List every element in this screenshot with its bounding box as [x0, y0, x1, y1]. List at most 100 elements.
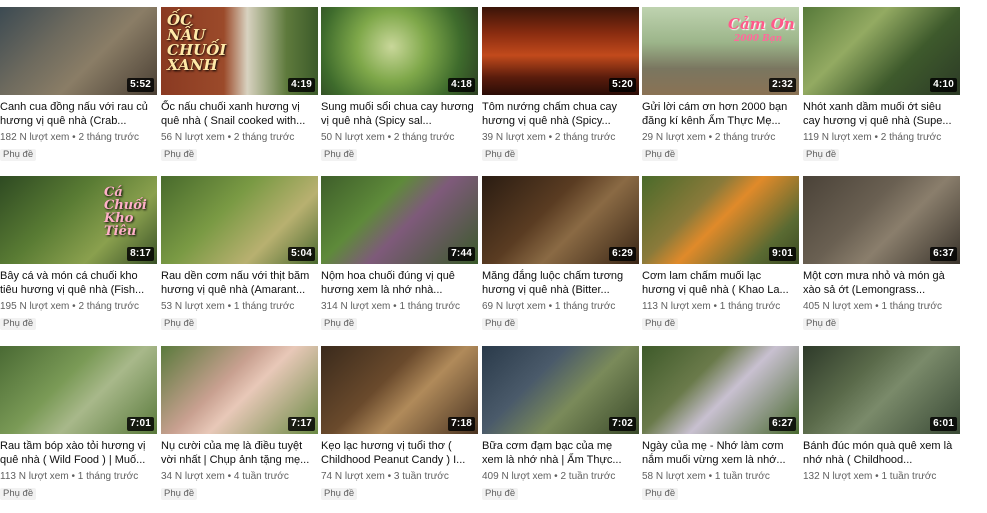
video-card[interactable]: 5:04 Rau dền cơm nấu với thịt băm hương … — [161, 176, 318, 338]
video-card[interactable]: 4:10 Nhót xanh dầm muối ớt siêu cay hươn… — [803, 7, 960, 169]
video-meta: 405 N lượt xem • 1 tháng trước — [803, 300, 960, 313]
meta-separator: • — [393, 301, 397, 312]
view-count: 405 N lượt xem — [803, 301, 873, 312]
thumbnail-overlay-text: Cá Chuối Kho Tiêu — [104, 185, 147, 239]
duration-badge: 6:29 — [609, 247, 636, 261]
video-title[interactable]: Ốc nấu chuối xanh hương vị quê nhà ( Sna… — [161, 100, 318, 128]
video-thumbnail[interactable]: Cá Chuối Kho Tiêu 8:17 — [0, 176, 157, 264]
video-meta: 56 N lượt xem • 2 tháng trước — [161, 131, 318, 144]
upload-age: 2 tháng trước — [78, 301, 139, 312]
video-thumbnail[interactable]: 7:18 — [321, 346, 478, 434]
video-card[interactable]: Cá Chuối Kho Tiêu 8:17 Bây cá và món cá … — [0, 176, 157, 338]
duration-badge: 5:52 — [127, 78, 154, 92]
subtitle-badge: Phụ đề — [161, 488, 198, 500]
meta-separator: • — [554, 471, 558, 482]
view-count: 113 N lượt xem — [0, 471, 69, 482]
video-meta: 119 N lượt xem • 2 tháng trước — [803, 131, 960, 144]
video-card[interactable]: 6:27 Ngày của mẹ - Nhớ làm cơm nắm muối … — [642, 346, 799, 508]
video-card[interactable]: 7:17 Nụ cười của mẹ là điều tuyệt vời nh… — [161, 346, 318, 508]
video-thumbnail[interactable]: 7:01 — [0, 346, 157, 434]
video-title[interactable]: Bữa cơm đạm bạc của mẹ xem là nhớ nhà | … — [482, 439, 639, 467]
video-card[interactable]: 6:29 Măng đắng luộc chấm tương hương vị … — [482, 176, 639, 338]
video-meta: 29 N lượt xem • 2 tháng trước — [642, 131, 799, 144]
duration-badge: 7:02 — [609, 417, 636, 431]
subtitle-badge: Phụ đề — [482, 149, 519, 161]
video-thumbnail[interactable]: 9:01 — [642, 176, 799, 264]
video-card[interactable]: 7:01 Rau tầm bóp xào tỏi hương vị quê nh… — [0, 346, 157, 508]
video-card[interactable]: 5:52 Canh cua đồng nấu với rau củ hương … — [0, 7, 157, 169]
video-meta: 409 N lượt xem • 2 tuần trước — [482, 470, 639, 483]
subtitle-badge: Phụ đề — [321, 488, 358, 500]
video-meta: 69 N lượt xem • 1 tháng trước — [482, 300, 639, 313]
view-count: 182 N lượt xem — [0, 132, 70, 143]
video-thumbnail[interactable]: 6:29 — [482, 176, 639, 264]
video-thumbnail[interactable]: 7:02 — [482, 346, 639, 434]
video-meta: 113 N lượt xem • 1 tháng trước — [0, 470, 157, 483]
upload-age: 1 tháng trước — [719, 301, 781, 312]
duration-badge: 6:37 — [930, 247, 957, 261]
duration-badge: 2:32 — [769, 78, 796, 92]
video-title[interactable]: Kẹo lạc hương vị tuổi thơ ( Childhood Pe… — [321, 439, 478, 467]
video-thumbnail[interactable]: Cảm Ơn 2000 Bạn 2:32 — [642, 7, 799, 95]
video-title[interactable]: Nụ cười của mẹ là điều tuyệt vời nhất | … — [161, 439, 318, 467]
video-title[interactable]: Bây cá và món cá chuối kho tiêu hương vị… — [0, 269, 157, 297]
video-title[interactable]: Gửi lời cám ơn hơn 2000 bạn đăng kí kênh… — [642, 100, 799, 128]
view-count: 409 N lượt xem — [482, 471, 552, 482]
video-card[interactable]: 7:18 Kẹo lạc hương vị tuổi thơ ( Childho… — [321, 346, 478, 508]
video-title[interactable]: Sung muối sổi chua cay hương vị quê nhà … — [321, 100, 478, 128]
video-card[interactable]: 7:02 Bữa cơm đạm bạc của mẹ xem là nhớ n… — [482, 346, 639, 508]
video-thumbnail[interactable]: 4:18 — [321, 7, 478, 95]
thumbnail-overlay-text: ỐC NẤU CHUỐI XANH — [167, 11, 227, 74]
video-card[interactable]: 9:01 Cơm lam chấm muối lạc hương vị quê … — [642, 176, 799, 338]
subtitle-badge: Phụ đề — [803, 149, 840, 161]
video-thumbnail[interactable]: ỐC NẤU CHUỐI XANH 4:19 — [161, 7, 318, 95]
video-title[interactable]: Nộm hoa chuối đúng vị quê hương xem là n… — [321, 269, 478, 297]
video-title[interactable]: Cơm lam chấm muối lạc hương vị quê nhà (… — [642, 269, 799, 297]
upload-age: 1 tháng trước — [881, 301, 942, 312]
video-card[interactable]: ỐC NẤU CHUỐI XANH 4:19 Ốc nấu chuối xanh… — [161, 7, 318, 169]
meta-separator: • — [72, 301, 76, 312]
upload-age: 1 tháng trước — [554, 301, 616, 312]
video-card[interactable]: 6:01 Bánh đúc món quà quê xem là nhớ nhà… — [803, 346, 960, 508]
duration-badge: 8:17 — [127, 247, 154, 261]
upload-age: 2 tuần trước — [560, 471, 616, 482]
video-thumbnail[interactable]: 5:52 — [0, 7, 157, 95]
video-thumbnail[interactable]: 5:04 — [161, 176, 318, 264]
meta-separator: • — [548, 132, 553, 143]
video-title[interactable]: Canh cua đồng nấu với rau củ hương vị qu… — [0, 100, 157, 128]
duration-badge: 7:17 — [288, 417, 315, 431]
video-thumbnail[interactable]: 6:01 — [803, 346, 960, 434]
video-card[interactable]: Cảm Ơn 2000 Bạn 2:32 Gửi lời cám ơn hơn … — [642, 7, 799, 169]
video-title[interactable]: Ngày của mẹ - Nhớ làm cơm nắm muối vừng … — [642, 439, 799, 467]
video-title[interactable]: Măng đắng luộc chấm tương hương vị quê n… — [482, 269, 639, 297]
view-count: 74 N lượt xem — [321, 471, 385, 482]
subtitle-badge: Phụ đề — [642, 149, 679, 161]
video-title[interactable]: Tôm nướng chấm chua cay hương vị quê nhà… — [482, 100, 639, 128]
video-thumbnail[interactable]: 5:20 — [482, 7, 639, 95]
video-title[interactable]: Rau tầm bóp xào tỏi hương vị quê nhà ( W… — [0, 439, 157, 467]
video-meta: 132 N lượt xem • 1 tuần trước — [803, 470, 960, 483]
video-meta: 34 N lượt xem • 4 tuần trước — [161, 470, 318, 483]
video-title[interactable]: Nhót xanh dầm muối ớt siêu cay hương vị … — [803, 100, 960, 128]
video-title[interactable]: Bánh đúc món quà quê xem là nhớ nhà ( Ch… — [803, 439, 960, 467]
thumbnail-overlay-subtext: 2000 Bạn — [734, 34, 783, 44]
subtitle-badge: Phụ đề — [803, 318, 840, 330]
video-card[interactable]: 4:18 Sung muối sổi chua cay hương vị quê… — [321, 7, 478, 169]
video-meta: 74 N lượt xem • 3 tuần trước — [321, 470, 478, 483]
video-card[interactable]: 5:20 Tôm nướng chấm chua cay hương vị qu… — [482, 7, 639, 169]
video-title[interactable]: Một cơn mưa nhỏ và món gà xào sả ớt (Lem… — [803, 269, 960, 297]
video-thumbnail[interactable]: 4:10 — [803, 7, 960, 95]
video-thumbnail[interactable]: 7:44 — [321, 176, 478, 264]
view-count: 50 N lượt xem — [321, 132, 385, 143]
duration-badge: 6:27 — [769, 417, 796, 431]
video-card[interactable]: 6:37 Một cơn mưa nhỏ và món gà xào sả ớt… — [803, 176, 960, 338]
video-thumbnail[interactable]: 6:27 — [642, 346, 799, 434]
subtitle-badge: Phụ đề — [642, 318, 679, 330]
video-thumbnail[interactable]: 6:37 — [803, 176, 960, 264]
video-title[interactable]: Rau dền cơm nấu với thịt băm hương vị qu… — [161, 269, 318, 297]
video-meta: 58 N lượt xem • 1 tuần trước — [642, 470, 799, 483]
video-card[interactable]: 7:44 Nộm hoa chuối đúng vị quê hương xem… — [321, 176, 478, 338]
view-count: 39 N lượt xem — [482, 132, 546, 143]
video-thumbnail[interactable]: 7:17 — [161, 346, 318, 434]
duration-badge: 7:44 — [448, 247, 475, 261]
